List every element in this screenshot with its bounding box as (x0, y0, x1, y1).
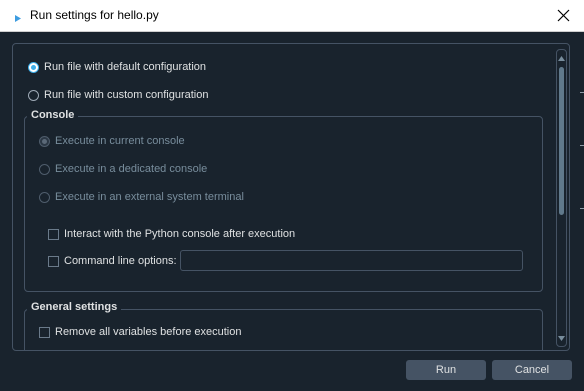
edge-mark (580, 145, 584, 146)
radio-current-console-label: Execute in current console (55, 135, 185, 147)
scrollbar-thumb[interactable] (559, 67, 564, 215)
close-icon (557, 9, 570, 22)
radio-custom-config-label: Run file with custom configuration (44, 89, 209, 101)
radio-external-terminal-label: Execute in an external system terminal (55, 191, 244, 203)
python-run-icon (15, 13, 21, 25)
remove-vars-label: Remove all variables before execution (55, 326, 242, 338)
checkbox-indicator[interactable] (48, 255, 59, 267)
interact-checkbox-label: Interact with the Python console after e… (64, 228, 296, 240)
remove-vars-checkbox[interactable]: Remove all variables before execution (39, 324, 242, 340)
radio-default-config-label: Run file with default configuration (44, 61, 207, 73)
checkbox-indicator[interactable] (48, 228, 59, 240)
scroll-down-icon[interactable] (558, 332, 565, 344)
cmd-options-label: Command line options: (64, 255, 177, 267)
radio-dedicated-console-label: Execute in a dedicated console (55, 163, 208, 175)
radio-current-console[interactable]: Execute in current console (39, 133, 185, 149)
edge-mark (580, 92, 584, 93)
window-title: Run settings for hello.py (30, 8, 159, 22)
cmd-options-input[interactable] (180, 250, 523, 271)
vertical-scrollbar[interactable] (556, 49, 567, 347)
scroll-up-icon[interactable] (558, 52, 565, 64)
console-group-title: Console (27, 109, 79, 121)
cancel-button[interactable]: Cancel (492, 360, 572, 380)
radio-indicator[interactable] (39, 191, 50, 203)
radio-indicator[interactable] (28, 61, 39, 73)
title-bar: Run settings for hello.py (0, 0, 584, 32)
radio-indicator[interactable] (39, 135, 50, 147)
radio-indicator[interactable] (39, 163, 50, 175)
close-button[interactable] (552, 4, 576, 28)
edge-mark (580, 208, 584, 209)
radio-external-terminal[interactable]: Execute in an external system terminal (39, 189, 244, 205)
checkbox-indicator[interactable] (39, 326, 50, 338)
general-settings-title: General settings (27, 301, 122, 313)
cmd-options-checkbox[interactable]: Command line options: (48, 253, 177, 269)
radio-indicator[interactable] (28, 89, 39, 101)
radio-default-config[interactable]: Run file with default configuration (28, 59, 206, 75)
interact-checkbox[interactable]: Interact with the Python console after e… (48, 226, 295, 242)
run-button[interactable]: Run (406, 360, 486, 380)
settings-scroll-area[interactable]: Run file with default configuration Run … (12, 43, 570, 351)
radio-custom-config[interactable]: Run file with custom configuration (28, 87, 208, 103)
radio-dedicated-console[interactable]: Execute in a dedicated console (39, 161, 207, 177)
